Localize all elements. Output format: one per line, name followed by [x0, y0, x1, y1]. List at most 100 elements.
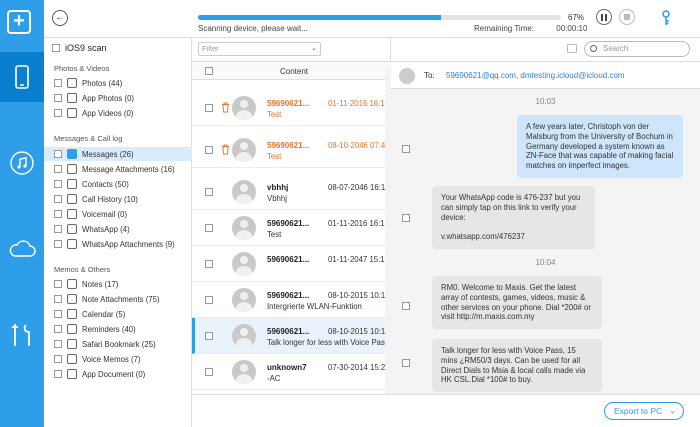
checkbox[interactable] — [54, 195, 62, 203]
contacts-icon — [67, 179, 77, 189]
message-checkbox[interactable] — [402, 214, 410, 222]
checkbox[interactable] — [54, 340, 62, 348]
message-bubble-outgoing: A few years later, Christoph von der Mal… — [517, 115, 683, 178]
list-item[interactable]: 59690621... 01-11-2016 16:13 Test — [192, 210, 391, 246]
sidebar-item-contacts[interactable]: Contacts (50) — [44, 177, 192, 191]
sidebar-item-notes[interactable]: Notes (17) — [44, 277, 192, 291]
checkbox[interactable] — [54, 109, 62, 117]
stop-button[interactable] — [619, 9, 635, 25]
row-name: 59690621... — [267, 219, 310, 228]
remaining-time-value: 00:00:10 — [556, 24, 588, 33]
sidebar-item-label: Contacts (50) — [82, 179, 129, 189]
sidebar-item-whatsapp-attachments[interactable]: WhatsApp Attachments (9) — [44, 237, 192, 251]
list-item[interactable]: vbhhj 08-07-2046 16:14 Vbhhj — [192, 174, 391, 210]
list-item[interactable]: 59690621... 08-10-2046 07:46 Test — [192, 132, 391, 168]
list-header: Content — [192, 61, 391, 80]
checkbox[interactable] — [54, 165, 62, 173]
list-item[interactable]: 59690621... 01-11-2047 15:15 — [192, 246, 391, 282]
checkbox[interactable] — [54, 180, 62, 188]
export-to-pc-button[interactable]: Export to PC ⌄ — [604, 402, 684, 420]
sidebar-item-label: App Document (0) — [82, 369, 146, 379]
list-item[interactable]: unknown7 07-30-2014 15:24 -AC — [192, 354, 391, 390]
list-item-selected[interactable]: 59690621... 08-10-2015 10:15 Talk longer… — [192, 318, 391, 354]
row-date: 08-10-2015 10:15 — [328, 327, 388, 336]
filter-placeholder: Filter — [202, 44, 219, 53]
sidebar-item-safari-bookmark[interactable]: Safari Bookmark (25) — [44, 337, 192, 351]
conversation-panel: Search To: 59690621@qq.com, dmtesting.ic… — [391, 38, 700, 394]
sidebar-item-label: Voicemail (0) — [82, 209, 128, 219]
scan-progress-fill — [198, 15, 442, 20]
search-input[interactable]: Search — [584, 41, 690, 57]
sidebar-item-photos[interactable]: Photos (44) — [44, 76, 192, 90]
row-name: 59690621... — [267, 141, 310, 150]
message-checkbox[interactable] — [402, 359, 410, 367]
checkbox[interactable] — [54, 280, 62, 288]
sidebar-item-voice-memos[interactable]: Voice Memos (7) — [44, 352, 192, 366]
checkbox[interactable] — [54, 79, 62, 87]
list-item[interactable]: 59690621... 08-10-2015 10:13 Intergriert… — [192, 282, 391, 318]
top-bar: ← 67% Scanning device, please wait... Re… — [44, 0, 700, 38]
checkbox[interactable] — [54, 325, 62, 333]
checkbox[interactable] — [54, 94, 62, 102]
avatar — [232, 324, 256, 348]
sidebar-item-app-document[interactable]: App Document (0) — [44, 367, 192, 381]
row-checkbox[interactable] — [205, 332, 213, 340]
row-checkbox[interactable] — [205, 260, 213, 268]
rail-tools-icon[interactable] — [0, 310, 44, 360]
checkbox[interactable] — [54, 310, 62, 318]
sidebar-item-note-attachments[interactable]: Note Attachments (75) — [44, 292, 192, 306]
filter-dropdown[interactable]: Filter ⌄ — [198, 42, 321, 56]
sidebar-item-label: Message Attachments (16) — [82, 164, 175, 174]
row-snippet: Test — [267, 152, 282, 161]
remaining-time-label: Remaining Time: — [474, 24, 535, 33]
select-all-checkbox[interactable] — [205, 67, 213, 75]
row-checkbox[interactable] — [205, 146, 213, 154]
rail-device-icon[interactable] — [0, 52, 44, 102]
row-date: 08-10-2015 10:13 — [328, 291, 388, 300]
sidebar-item-label: Messages (26) — [82, 149, 134, 159]
list-item[interactable]: 59690621... 01-11-2016 16:13 Test — [192, 90, 391, 126]
message-checkbox[interactable] — [402, 302, 410, 310]
sidebar-item-app-photos[interactable]: App Photos (0) — [44, 91, 192, 105]
checkbox[interactable] — [54, 240, 62, 248]
row-checkbox[interactable] — [205, 224, 213, 232]
conversation-header: To: 59690621@qq.com, dmtesting.icloud@ic… — [391, 61, 700, 89]
print-icon[interactable] — [567, 44, 577, 53]
footer-bar: Export to PC ⌄ — [192, 394, 700, 427]
checkbox[interactable] — [54, 210, 62, 218]
device-checkbox[interactable] — [52, 44, 60, 52]
back-button[interactable]: ← — [52, 10, 68, 26]
app-videos-icon — [67, 108, 77, 118]
row-snippet: Test — [267, 110, 282, 119]
rail-itunes-icon[interactable] — [0, 138, 44, 188]
row-name: unknown7 — [267, 363, 307, 372]
avatar — [232, 360, 256, 384]
key-icon[interactable] — [661, 10, 671, 26]
sidebar-item-voicemail[interactable]: Voicemail (0) — [44, 207, 192, 221]
sidebar-item-call-history[interactable]: Call History (10) — [44, 192, 192, 206]
sidebar-item-reminders[interactable]: Reminders (40) — [44, 322, 192, 336]
checkbox[interactable] — [54, 295, 62, 303]
search-placeholder: Search — [603, 44, 629, 53]
checkbox[interactable] — [54, 355, 62, 363]
row-checkbox[interactable] — [205, 104, 213, 112]
pause-button[interactable] — [596, 9, 612, 25]
sidebar-item-whatsapp[interactable]: WhatsApp (4) — [44, 222, 192, 236]
rail-icloud-icon[interactable] — [0, 224, 44, 274]
checkbox[interactable] — [54, 225, 62, 233]
row-checkbox[interactable] — [205, 188, 213, 196]
checkbox[interactable] — [54, 370, 62, 378]
sidebar-item-label: Note Attachments (75) — [82, 294, 160, 304]
row-checkbox[interactable] — [205, 296, 213, 304]
row-checkbox[interactable] — [205, 368, 213, 376]
sidebar-item-message-attachments[interactable]: Message Attachments (16) — [44, 162, 192, 176]
sidebar-item-app-videos[interactable]: App Videos (0) — [44, 106, 192, 120]
row-snippet: Vbhhj — [267, 194, 287, 203]
message-list-panel: Filter ⌄ Content 59690621... 01-11-2016 1… — [192, 38, 391, 394]
checkbox[interactable] — [54, 150, 62, 158]
sidebar-item-messages[interactable]: Messages (26) — [44, 147, 192, 161]
message-checkbox[interactable] — [402, 145, 410, 153]
device-row[interactable]: iOS9 scan — [52, 43, 107, 53]
timestamp: 10:04 — [535, 258, 556, 267]
sidebar-item-calendar[interactable]: Calendar (5) — [44, 307, 192, 321]
